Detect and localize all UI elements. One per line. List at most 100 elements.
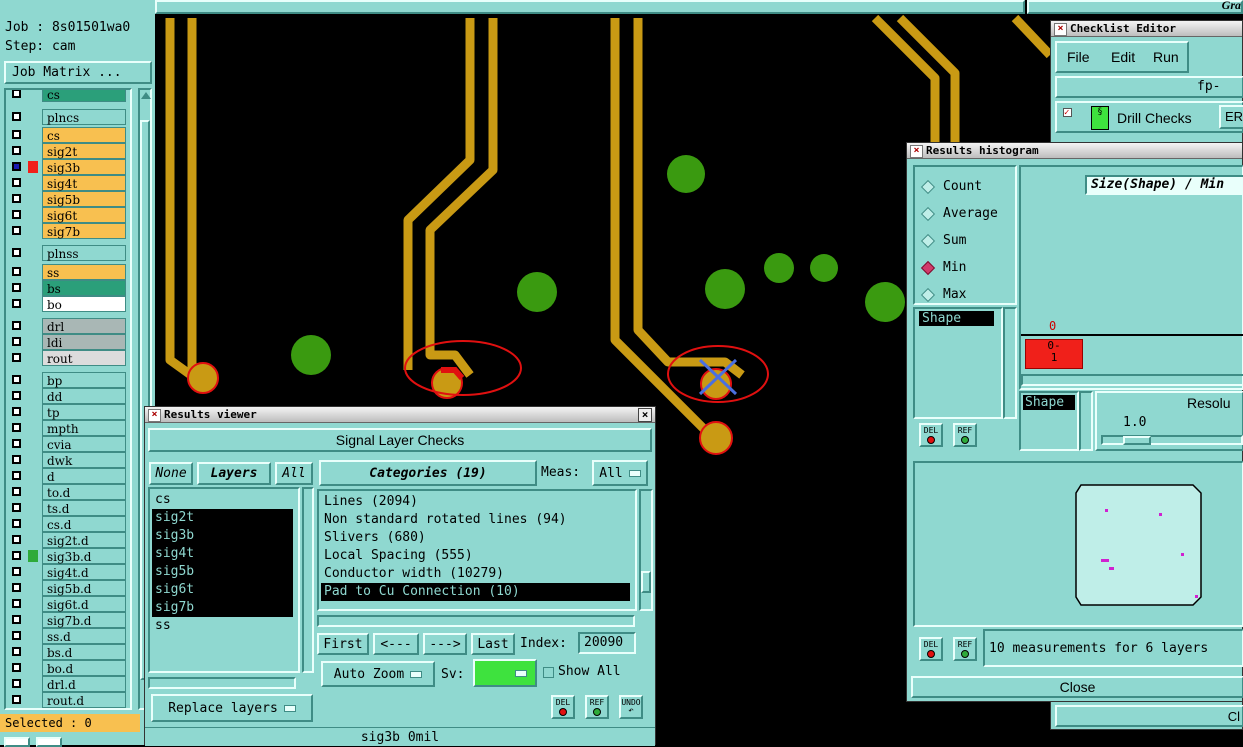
layer-row-ts.d[interactable]: ts.d bbox=[8, 500, 126, 516]
window-menu-icon[interactable]: × bbox=[910, 145, 923, 158]
window-menu-icon[interactable]: × bbox=[1054, 23, 1067, 36]
preview-ref-button[interactable]: REF bbox=[953, 637, 977, 661]
window-menu-icon[interactable]: × bbox=[148, 409, 161, 422]
layer-list[interactable]: cs plncs cs sig2t sig3b sig4t sig5b sig6t sig7b p… bbox=[4, 88, 132, 710]
layer-selection-list[interactable]: cs sig2t sig3b sig4t sig5b sig6t sig7b ss bbox=[148, 487, 300, 673]
layer-row-bp[interactable]: bp bbox=[8, 372, 126, 388]
layer-checkbox[interactable] bbox=[12, 162, 21, 171]
layer-checkbox[interactable] bbox=[12, 321, 21, 330]
layer-row-plncs[interactable]: plncs bbox=[8, 109, 126, 125]
er-button[interactable]: ER bbox=[1219, 105, 1243, 129]
rv-layer-item[interactable]: sig2t bbox=[152, 509, 293, 527]
layer-row-dd[interactable]: dd bbox=[8, 388, 126, 404]
layer-checkbox[interactable] bbox=[12, 283, 21, 292]
category-item[interactable]: Lines (2094) bbox=[321, 493, 635, 511]
category-item[interactable]: Non standard rotated lines (94) bbox=[321, 511, 635, 529]
preview-del-button[interactable]: DEL bbox=[919, 637, 943, 661]
radio-diamond-icon[interactable] bbox=[920, 233, 936, 248]
rv-layer-item[interactable]: cs bbox=[152, 491, 298, 509]
menu-edit[interactable]: Edit bbox=[1111, 49, 1135, 65]
layer-row-bo[interactable]: bo bbox=[8, 296, 126, 312]
histogram-bar[interactable]: 0- 1 bbox=[1025, 339, 1083, 369]
layer-checkbox[interactable] bbox=[12, 519, 21, 528]
layer-row-drl.d[interactable]: drl.d bbox=[8, 676, 126, 692]
checklist-editor-titlebar[interactable]: × Checklist Editor bbox=[1051, 21, 1242, 37]
del-button[interactable]: DEL bbox=[551, 695, 575, 719]
show-all-checkbox[interactable] bbox=[543, 667, 554, 678]
replace-layers-dropdown[interactable]: Replace layers bbox=[151, 694, 313, 722]
layer-row-bo.d[interactable]: bo.d bbox=[8, 660, 126, 676]
layer-row-rout.d[interactable]: rout.d bbox=[8, 692, 126, 708]
last-button[interactable]: Last bbox=[471, 633, 515, 655]
rv-layer-item[interactable]: sig5b bbox=[152, 563, 293, 581]
histogram-list-item[interactable]: Shape bbox=[919, 311, 994, 326]
ref-button[interactable]: REF bbox=[585, 695, 609, 719]
layer-row-sig2t.d[interactable]: sig2t.d bbox=[8, 532, 126, 548]
layer-checkbox[interactable] bbox=[12, 631, 21, 640]
layer-row-to.d[interactable]: to.d bbox=[8, 484, 126, 500]
category-item[interactable]: Conductor width (10279) bbox=[321, 565, 635, 583]
job-matrix-button[interactable]: Job Matrix ... bbox=[4, 61, 152, 84]
layer-row-d[interactable]: d bbox=[8, 468, 126, 484]
layer-row-ss[interactable]: ss bbox=[8, 264, 126, 280]
layer-row-plnss[interactable]: plnss bbox=[8, 245, 126, 261]
board-preview[interactable] bbox=[913, 461, 1243, 627]
layer-row-bs[interactable]: bs bbox=[8, 280, 126, 296]
radio-diamond-icon[interactable] bbox=[920, 260, 936, 275]
layer-checkbox[interactable] bbox=[12, 647, 21, 656]
resolution-slider[interactable] bbox=[1101, 435, 1243, 445]
layer-row-sig6t[interactable]: sig6t bbox=[8, 207, 126, 223]
statistic-option-average[interactable]: Average bbox=[920, 200, 1015, 227]
layer-checkbox[interactable] bbox=[12, 679, 21, 688]
rv-layer-item[interactable]: sig4t bbox=[152, 545, 293, 563]
bottom-button[interactable] bbox=[4, 737, 30, 747]
radio-diamond-icon[interactable] bbox=[920, 179, 936, 194]
rv-layer-item[interactable]: sig7b bbox=[152, 599, 293, 617]
layer-row-sig5b[interactable]: sig5b bbox=[8, 191, 126, 207]
layer-row-ldi[interactable]: ldi bbox=[8, 334, 126, 350]
layer-row-dwk[interactable]: dwk bbox=[8, 452, 126, 468]
index-input[interactable]: 20090 bbox=[578, 632, 636, 654]
checklist-close-button[interactable]: Cl bbox=[1055, 705, 1243, 727]
histogram-list[interactable]: Shape bbox=[913, 307, 1003, 419]
menu-run[interactable]: Run bbox=[1153, 49, 1179, 65]
category-item[interactable]: Local Spacing (555) bbox=[321, 547, 635, 565]
layer-row-cs[interactable]: cs bbox=[8, 127, 126, 143]
next-button[interactable]: ---> bbox=[423, 633, 467, 655]
layer-checkbox[interactable] bbox=[12, 90, 21, 98]
layer-checkbox[interactable] bbox=[12, 503, 21, 512]
menu-file[interactable]: File bbox=[1067, 49, 1090, 65]
layer-row-mpth[interactable]: mpth bbox=[8, 420, 126, 436]
layer-checkbox[interactable] bbox=[12, 695, 21, 704]
drill-checks-checkbox[interactable]: ✓ bbox=[1063, 108, 1072, 118]
results-viewer-titlebar[interactable]: × Results viewer × bbox=[145, 407, 655, 423]
layer-checkbox[interactable] bbox=[12, 375, 21, 384]
layer-checkbox[interactable] bbox=[12, 567, 21, 576]
rv-layer-item[interactable]: sig6t bbox=[152, 581, 293, 599]
layer-checkbox[interactable] bbox=[12, 267, 21, 276]
layer-checkbox[interactable] bbox=[12, 226, 21, 235]
layer-row-cvia[interactable]: cvia bbox=[8, 436, 126, 452]
statistic-option-max[interactable]: Max bbox=[920, 281, 1015, 308]
layer-row-sig3b[interactable]: sig3b bbox=[8, 159, 126, 175]
del-button[interactable]: DEL bbox=[919, 423, 943, 447]
rv-layer-item[interactable]: ss bbox=[152, 617, 298, 635]
layer-row-ss.d[interactable]: ss.d bbox=[8, 628, 126, 644]
layer-checkbox[interactable] bbox=[12, 487, 21, 496]
categories-tab[interactable]: Categories (19) bbox=[319, 460, 537, 486]
none-button[interactable]: None bbox=[149, 462, 193, 485]
layer-checkbox[interactable] bbox=[12, 551, 21, 560]
prev-button[interactable]: <--- bbox=[373, 633, 419, 655]
tab-layers[interactable]: Layers bbox=[197, 462, 271, 485]
layer-checkbox[interactable] bbox=[12, 112, 21, 121]
meas-dropdown[interactable]: All bbox=[592, 460, 648, 486]
scroll-up-arrow-icon[interactable] bbox=[141, 92, 151, 99]
statistic-option-sum[interactable]: Sum bbox=[920, 227, 1015, 254]
undo-button[interactable]: UNDO ↶ bbox=[619, 695, 643, 719]
layer-row-sig3b.d[interactable]: sig3b.d bbox=[8, 548, 126, 564]
layer-row-sig7b.d[interactable]: sig7b.d bbox=[8, 612, 126, 628]
auto-zoom-dropdown[interactable]: Auto Zoom bbox=[321, 661, 435, 687]
layer-row-sig7b[interactable]: sig7b bbox=[8, 223, 126, 239]
close-icon[interactable]: × bbox=[638, 408, 652, 422]
layer-row-bs.d[interactable]: bs.d bbox=[8, 644, 126, 660]
